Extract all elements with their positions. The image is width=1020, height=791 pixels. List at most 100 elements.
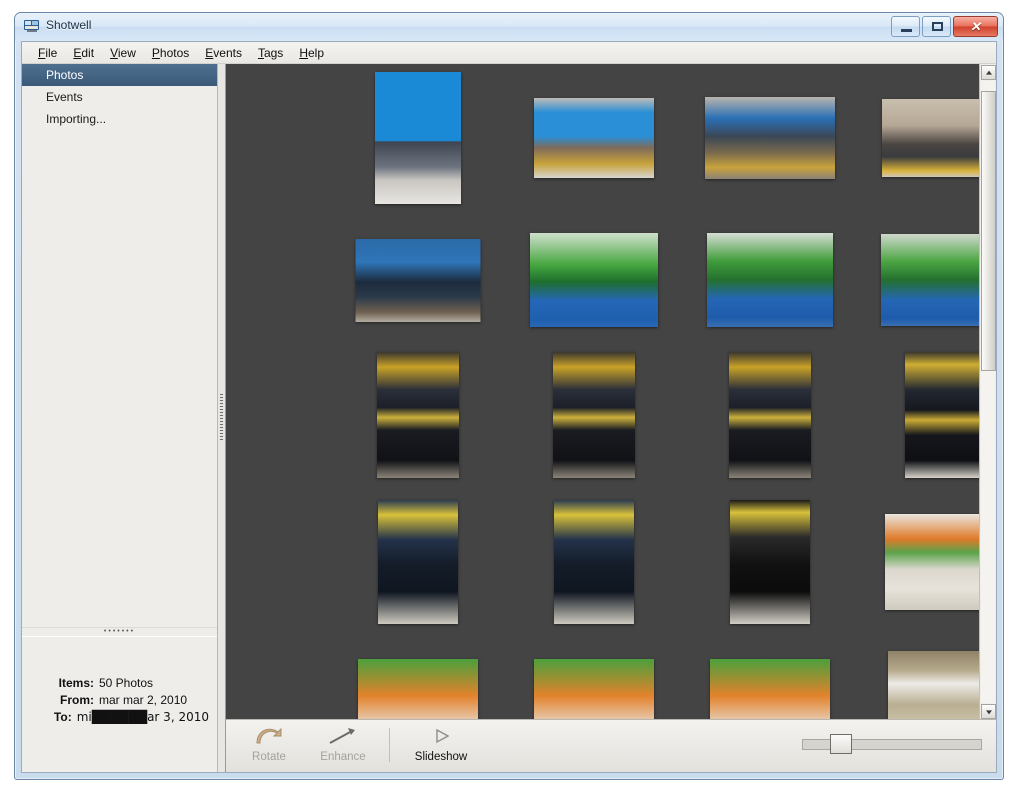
- title-bar[interactable]: Shotwell ✕: [15, 13, 1003, 41]
- menu-photos[interactable]: Photos: [144, 44, 197, 62]
- menu-label: hotos: [159, 45, 190, 60]
- play-icon: [401, 724, 481, 748]
- enhance-button[interactable]: Enhance: [310, 724, 376, 768]
- photo-thumbnail[interactable]: [710, 659, 830, 720]
- menu-label: elp: [307, 45, 324, 60]
- library-tree: Photos Events Importing...: [22, 64, 217, 627]
- status-panel: Items: 50 Photos From: mar mar 2, 2010 T…: [22, 636, 217, 772]
- menu-mnemonic: V: [110, 45, 118, 60]
- photo-thumbnail-cell[interactable]: [330, 348, 506, 482]
- pane-splitter[interactable]: [218, 64, 226, 772]
- menu-events[interactable]: Events: [197, 44, 250, 62]
- photo-thumbnail[interactable]: [705, 97, 835, 179]
- photo-grid-canvas[interactable]: [226, 64, 979, 720]
- enhance-label: Enhance: [320, 751, 366, 763]
- status-label: Items:: [58, 676, 94, 690]
- photo-thumbnail[interactable]: [882, 99, 979, 177]
- minimize-button[interactable]: [891, 16, 920, 37]
- menu-bar: File Edit View Photos Events Tags Help: [22, 42, 996, 64]
- photo-thumbnail-cell[interactable]: [506, 496, 682, 628]
- photo-thumbnail-cell[interactable]: [682, 644, 858, 720]
- client-area: File Edit View Photos Events Tags Help P…: [21, 41, 997, 773]
- photo-thumbnail-cell[interactable]: [858, 220, 979, 340]
- photo-thumbnail[interactable]: [377, 352, 459, 478]
- chevron-up-icon: [985, 70, 992, 75]
- menu-mnemonic: P: [151, 45, 160, 60]
- sidebar-item-importing[interactable]: Importing...: [22, 108, 217, 130]
- scroll-up-button[interactable]: [981, 65, 996, 80]
- bottom-toolbar: Rotate Enhance Slideshow: [226, 719, 996, 772]
- photo-thumbnail-cell[interactable]: [506, 644, 682, 720]
- scrollbar-thumb[interactable]: [981, 91, 996, 371]
- menu-tags[interactable]: Tags: [250, 44, 291, 62]
- photo-thumbnail-cell[interactable]: [330, 496, 506, 628]
- thumbnail-size-slider[interactable]: [802, 734, 982, 754]
- menu-edit[interactable]: Edit: [65, 44, 102, 62]
- photo-thumbnail-cell[interactable]: [330, 644, 506, 720]
- slider-track[interactable]: [802, 739, 982, 750]
- menu-file[interactable]: File: [30, 44, 65, 62]
- menu-label: vents: [213, 45, 242, 60]
- maximize-button[interactable]: [922, 16, 951, 37]
- photo-thumbnail-cell[interactable]: [330, 220, 506, 340]
- status-value: mi██████ar 3, 2010: [76, 710, 209, 724]
- photo-thumbnail[interactable]: [534, 659, 654, 720]
- status-label: From:: [60, 693, 94, 707]
- scroll-down-button[interactable]: [981, 704, 996, 719]
- photo-thumbnail-cell[interactable]: [858, 496, 979, 628]
- photo-thumbnail-cell[interactable]: [506, 68, 682, 208]
- photo-thumbnail[interactable]: [730, 500, 810, 624]
- menu-label: ile: [45, 45, 58, 60]
- photo-thumbnail[interactable]: [554, 500, 634, 624]
- menu-help[interactable]: Help: [291, 44, 332, 62]
- photo-thumbnail-cell[interactable]: [858, 348, 979, 482]
- photo-thumbnail-cell[interactable]: [682, 496, 858, 628]
- photo-thumbnail[interactable]: [729, 352, 811, 478]
- slideshow-label: Slideshow: [414, 751, 468, 763]
- close-button[interactable]: ✕: [953, 16, 998, 37]
- photo-thumbnail[interactable]: [355, 239, 481, 322]
- menu-view[interactable]: View: [102, 44, 144, 62]
- status-value: mar mar 2, 2010: [99, 693, 188, 707]
- status-label: To:: [53, 710, 72, 724]
- window-title: Shotwell: [46, 18, 92, 32]
- photo-thumbnail[interactable]: [358, 659, 478, 720]
- splitter-grip-icon: [220, 394, 223, 440]
- photo-thumbnail-cell[interactable]: [858, 68, 979, 208]
- photo-thumbnail-cell[interactable]: [330, 68, 506, 208]
- shotwell-window: Shotwell ✕ File Edit View Photos Events …: [14, 12, 1004, 780]
- photo-thumbnail-cell[interactable]: [506, 348, 682, 482]
- desktop-background: Shotwell ✕ File Edit View Photos Events …: [0, 0, 1020, 791]
- sidebar: Photos Events Importing... ••••••• Items…: [22, 64, 218, 772]
- photo-thumbnail-cell[interactable]: [858, 644, 979, 720]
- sidebar-item-photos[interactable]: Photos: [22, 64, 217, 86]
- vertical-scrollbar[interactable]: [979, 64, 996, 720]
- sidebar-item-label: Photos: [46, 68, 84, 82]
- photo-thumbnail[interactable]: [553, 352, 635, 478]
- photo-thumbnail-cell[interactable]: [682, 348, 858, 482]
- rotate-button[interactable]: Rotate: [236, 724, 302, 768]
- main-split-pane: Photos Events Importing... ••••••• Items…: [22, 64, 996, 772]
- photo-thumbnail-cell[interactable]: [506, 220, 682, 340]
- slideshow-button[interactable]: Slideshow: [401, 724, 481, 768]
- maximize-icon: [932, 22, 943, 31]
- photo-thumbnail[interactable]: [888, 651, 979, 720]
- photo-thumbnail-cell[interactable]: [682, 68, 858, 208]
- photo-thumbnail-cell[interactable]: [682, 220, 858, 340]
- photo-thumbnail[interactable]: [707, 233, 833, 327]
- sidebar-item-events[interactable]: Events: [22, 86, 217, 108]
- content-area: Rotate Enhance Slideshow: [226, 64, 996, 772]
- status-row-to: To: mi██████ar 3, 2010: [22, 709, 209, 726]
- photo-thumbnail[interactable]: [881, 234, 979, 326]
- shotwell-app-icon: [24, 19, 40, 34]
- toolbar-separator: [389, 728, 390, 762]
- photo-thumbnail[interactable]: [530, 233, 658, 327]
- slider-handle[interactable]: [830, 734, 852, 754]
- menu-label: dit: [81, 45, 95, 60]
- photo-thumbnail[interactable]: [885, 514, 979, 610]
- photo-thumbnail[interactable]: [534, 98, 654, 178]
- photo-thumbnail[interactable]: [378, 500, 458, 624]
- photo-thumbnail[interactable]: [375, 72, 461, 204]
- photo-thumbnail[interactable]: [905, 352, 979, 478]
- sidebar-item-label: Events: [46, 90, 83, 104]
